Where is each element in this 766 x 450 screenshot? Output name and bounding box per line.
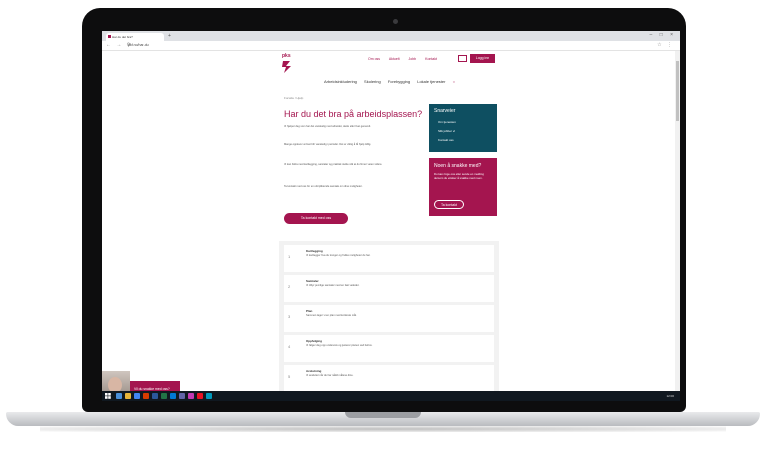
window-controls[interactable]: – □ × <box>650 32 677 38</box>
step-card: 1 Kartlegging Vi kartlegger hva du treng… <box>284 245 494 272</box>
shortcuts-title: Snarveier <box>434 108 456 114</box>
step-text: Vi følger deg opp underveis og justerer … <box>306 344 373 347</box>
folder-icon[interactable] <box>125 393 131 399</box>
webcam <box>393 19 398 24</box>
chat-avatar <box>108 377 122 391</box>
windows-start-icon[interactable] <box>105 393 111 399</box>
step-number: 2 <box>288 284 291 289</box>
web-page: pks Om oss Aktuelt Jobb Kontakt Logg inn… <box>102 51 680 391</box>
contact-cta-button[interactable]: Ta kontakt med oss <box>284 213 348 224</box>
step-card: 2 Samtaler Vi tilbyr jevnlige samtaler m… <box>284 275 494 302</box>
site-logo-icon[interactable] <box>282 61 292 73</box>
top-links: Om oss Aktuelt Jobb Kontakt <box>368 57 445 61</box>
step-text: Sammen lager vi en plan med konkrete mål… <box>306 314 357 317</box>
browser-tab[interactable]: Har du det bra? <box>106 33 164 41</box>
chat-widget[interactable]: Vil du snakke med oss? <box>130 381 180 391</box>
step-title: Samtaler <box>306 279 319 283</box>
step-number: 4 <box>288 344 291 349</box>
nav-item[interactable]: Forebygging <box>388 79 410 84</box>
body-paragraph: Ta kontakt med oss for en uforpliktende … <box>284 185 363 188</box>
taskbar: 12:00 <box>102 391 680 401</box>
step-card: 3 Plan Sammen lager vi en plan med konkr… <box>284 305 494 332</box>
body-paragraph: Vi kan bidra med kartlegging, samtaler o… <box>284 163 383 166</box>
step-text: Vi kartlegger hva du trenger og hvilke m… <box>306 254 371 257</box>
tab-favicon-icon <box>108 35 111 38</box>
browser-menu-icons[interactable]: ☆ ⋮ <box>657 42 674 48</box>
page-scrollbar[interactable] <box>675 51 680 391</box>
step-number: 1 <box>288 254 291 259</box>
step-title: Kartlegging <box>306 249 323 253</box>
system-tray-clock[interactable]: 12:00 <box>666 393 674 399</box>
main-nav: Arbeidsinkludering Skolering Forebygging… <box>324 79 461 84</box>
laptop-shadow <box>40 426 726 432</box>
page-title: Har du det bra på arbeidsplassen? <box>284 109 423 119</box>
nav-item[interactable]: Arbeidsinkludering <box>324 79 357 84</box>
new-tab-button[interactable]: + <box>168 33 171 39</box>
shortcut-link[interactable]: Kontakt oss <box>438 138 454 142</box>
step-title: Avslutning <box>306 369 322 373</box>
step-title: Plan <box>306 309 313 313</box>
shortcut-link[interactable]: Om tjenesten <box>438 120 456 124</box>
top-link[interactable]: Aktuelt <box>389 57 400 61</box>
step-text: Vi tilbyr jevnlige samtaler med en fast … <box>306 284 360 287</box>
step-number: 3 <box>288 314 291 319</box>
top-link[interactable]: Kontakt <box>425 57 437 61</box>
talk-button[interactable]: Ta kontakt <box>434 200 464 209</box>
url-field[interactable]: pkf.no/har-du <box>128 42 528 48</box>
top-link[interactable]: Jobb <box>409 57 417 61</box>
excel-icon[interactable] <box>161 393 167 399</box>
teams-icon[interactable] <box>179 393 185 399</box>
nav-item[interactable]: Skolering <box>364 79 381 84</box>
shortcut-link[interactable]: Slik jobber vi <box>438 129 455 133</box>
taskbar-app-icon[interactable] <box>188 393 194 399</box>
step-card: 5 Avslutning Vi avslutter når du har nåd… <box>284 365 494 391</box>
shortcuts-box: Snarveier Om tjenesten Slik jobber vi Ko… <box>429 104 497 152</box>
browser-tabbar: Har du det bra? + – □ × <box>102 31 680 41</box>
nav-item[interactable]: Lokale tjenester <box>417 79 445 84</box>
breadcrumb[interactable]: Forside / Hjelp <box>284 96 303 100</box>
chrome-icon[interactable] <box>134 393 140 399</box>
outlook-icon[interactable] <box>170 393 176 399</box>
step-title: Oppfølging <box>306 339 322 343</box>
step-number: 5 <box>288 374 291 379</box>
nav-search-icon[interactable]: ○ <box>453 79 455 84</box>
body-paragraph: Vi hjelper deg som har det vanskelig med… <box>284 125 371 128</box>
taskbar-app-icon[interactable] <box>197 393 203 399</box>
word-icon[interactable] <box>152 393 158 399</box>
talk-box: Noen å snakke med? Du kan ringe oss elle… <box>429 158 497 216</box>
talk-text: Du kan ringe oss eller sende en melding … <box>434 172 484 180</box>
address-bar: ← → ⟳ pkf.no/har-du ☆ ⋮ <box>102 41 680 51</box>
talk-title: Noen å snakke med? <box>434 163 482 169</box>
laptop-screen: Har du det bra? + – □ × ← → ⟳ pkf.no/har… <box>102 31 680 401</box>
scroll-thumb[interactable] <box>676 61 679 121</box>
taskbar-app-icon[interactable] <box>116 393 122 399</box>
site-search-icon[interactable] <box>458 55 467 62</box>
tab-title: Har du det bra? <box>112 35 133 39</box>
taskbar-app-icon[interactable] <box>143 393 149 399</box>
body-paragraph: Mange opplever at livet blir vanskelig i… <box>284 143 372 146</box>
site-logo-text: pks <box>282 53 291 59</box>
step-text: Vi avslutter når du har nådd målene dine… <box>306 374 354 377</box>
laptop-notch <box>345 412 421 418</box>
taskbar-app-icon[interactable] <box>206 393 212 399</box>
step-card: 4 Oppfølging Vi følger deg opp underveis… <box>284 335 494 362</box>
top-link[interactable]: Om oss <box>368 57 380 61</box>
login-button[interactable]: Logg inn <box>470 54 495 63</box>
